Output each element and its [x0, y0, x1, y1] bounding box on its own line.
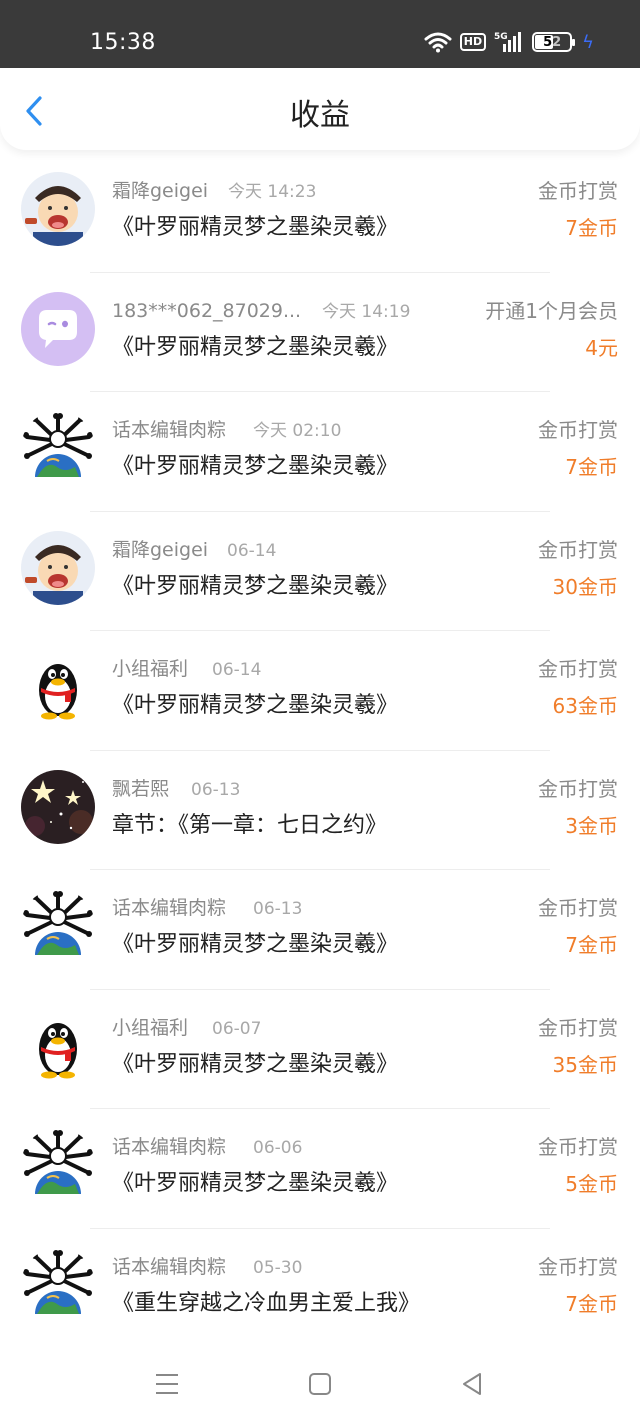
status-bar: 15:38 HD 5G 52 ϟ — [0, 0, 640, 68]
book-title: 《叶罗丽精灵梦之墨染灵羲》 — [112, 215, 399, 240]
book-title: 《叶罗丽精灵梦之墨染灵羲》 — [112, 334, 399, 360]
earning-row[interactable]: 183***062_87029... 今天 14:19 《叶罗丽精灵梦之墨染灵羲》 开… — [0, 273, 640, 392]
home-button[interactable] — [305, 1369, 335, 1399]
avatar-cartoon-boy[interactable] — [21, 172, 95, 246]
avatar-cartoon-boy[interactable] — [21, 530, 95, 605]
earnings-list: 霜降geigei 今天 14:23 《叶罗丽精灵梦之墨染灵羲》 金币打赏 7金币 183… — [0, 153, 640, 1348]
earning-type: 金币打赏 — [538, 1015, 618, 1040]
earning-type: 金币打赏 — [538, 1135, 618, 1159]
earning-row[interactable]: 小组福利 06-07 《叶罗丽精灵梦之墨染灵羲》 金币打赏 35金币 — [0, 990, 640, 1109]
battery-icon: 52 — [532, 32, 576, 52]
timestamp: 06-14 — [227, 540, 277, 561]
avatar-earth-bones[interactable] — [21, 1128, 95, 1202]
user-name: 飘若熙 — [112, 777, 170, 800]
signal-icon: 5G — [494, 32, 522, 52]
earning-row[interactable]: 飘若熙 06-13 章节：《第一章：七日之约》 金币打赏 3金币 — [0, 751, 640, 870]
earning-type: 金币打赏 — [538, 418, 618, 442]
earning-type: 开通1个月会员 — [485, 298, 618, 323]
earning-amount: 7金币 — [565, 216, 618, 240]
system-nav-bar — [0, 1345, 640, 1422]
earning-row[interactable]: 小组福利 06-14 《叶罗丽精灵梦之墨染灵羲》 金币打赏 63金币 — [0, 631, 640, 751]
earning-type: 金币打赏 — [538, 537, 618, 562]
earning-row[interactable]: 霜降geigei 今天 14:23 《叶罗丽精灵梦之墨染灵羲》 金币打赏 7金币 — [0, 153, 640, 273]
avatar-earth-bones[interactable] — [21, 411, 95, 485]
menu-button[interactable] — [152, 1369, 182, 1399]
hd-badge: HD — [459, 33, 487, 51]
timestamp: 06-14 — [212, 660, 262, 680]
back-nav-button[interactable] — [458, 1369, 488, 1399]
earning-type: 金币打赏 — [538, 896, 618, 920]
square-icon — [309, 1373, 331, 1395]
book-title: 《叶罗丽精灵梦之墨染灵羲》 — [112, 1051, 399, 1077]
status-icons: HD 5G 52 ϟ — [424, 28, 594, 56]
earning-amount: 63金币 — [552, 694, 618, 718]
timestamp: 今天 14:23 — [228, 182, 317, 202]
earning-row[interactable]: 话本编辑肉粽 06-13 《叶罗丽精灵梦之墨染灵羲》 金币打赏 7金币 — [0, 870, 640, 990]
book-title: 《叶罗丽精灵梦之墨染灵羲》 — [112, 454, 399, 479]
battery-level: 52 — [543, 34, 562, 50]
earning-amount: 7金币 — [565, 455, 618, 479]
earning-amount: 7金币 — [565, 933, 618, 957]
wifi-icon — [424, 32, 452, 53]
earning-type: 金币打赏 — [538, 776, 618, 801]
user-name: 小组福利 — [112, 658, 189, 680]
earning-amount: 3金币 — [565, 813, 618, 838]
book-title: 《叶罗丽精灵梦之墨染灵羲》 — [112, 932, 399, 957]
earning-type: 金币打赏 — [538, 657, 618, 681]
earning-amount: 7金币 — [565, 1291, 618, 1316]
charging-icon: ϟ — [582, 31, 594, 53]
earning-amount: 5金币 — [565, 1172, 618, 1196]
earning-row[interactable]: 霜降geigei 06-14 《叶罗丽精灵梦之墨染灵羲》 金币打赏 30金币 — [0, 512, 640, 631]
triangle-back-icon — [463, 1373, 481, 1395]
menu-icon — [156, 1374, 178, 1394]
timestamp: 今天 02:10 — [253, 421, 342, 441]
user-name: 小组福利 — [112, 1016, 189, 1039]
avatar-stars[interactable] — [21, 769, 95, 844]
earning-amount: 35金币 — [552, 1052, 618, 1077]
page-title: 收益 — [290, 98, 350, 133]
book-title: 《叶罗丽精灵梦之墨染灵羲》 — [112, 573, 399, 599]
user-name: 183***062_87029... — [112, 299, 302, 322]
timestamp: 06-07 — [212, 1018, 262, 1039]
user-name: 话本编辑肉粽 — [112, 1255, 227, 1278]
status-time: 15:38 — [90, 30, 156, 55]
earning-amount: 30金币 — [552, 574, 618, 599]
header: 收益 — [0, 68, 640, 150]
avatar-earth-bones[interactable] — [21, 889, 95, 963]
timestamp: 06-13 — [191, 779, 241, 800]
user-name: 话本编辑肉粽 — [112, 419, 227, 441]
book-title: 《叶罗丽精灵梦之墨染灵羲》 — [112, 1171, 399, 1196]
book-title: 《重生穿越之冷血男主爱上我》 — [112, 1290, 421, 1316]
avatar-penguin[interactable] — [21, 1008, 95, 1083]
timestamp: 06-13 — [253, 899, 303, 919]
book-title: 《叶罗丽精灵梦之墨染灵羲》 — [112, 693, 399, 718]
avatar-penguin[interactable] — [21, 650, 95, 724]
user-name: 话本编辑肉粽 — [112, 1136, 227, 1158]
earning-type: 金币打赏 — [538, 1254, 618, 1279]
earning-row[interactable]: 话本编辑肉粽 05-30 《重生穿越之冷血男主爱上我》 金币打赏 7金币 — [0, 1229, 640, 1348]
timestamp: 今天 14:19 — [322, 301, 411, 322]
network-label: 5G — [494, 32, 508, 42]
avatar-chat-bubble[interactable] — [21, 291, 95, 366]
timestamp: 05-30 — [253, 1257, 303, 1278]
earning-row[interactable]: 话本编辑肉粽 06-06 《叶罗丽精灵梦之墨染灵羲》 金币打赏 5金币 — [0, 1109, 640, 1229]
earning-row[interactable]: 话本编辑肉粽 今天 02:10 《叶罗丽精灵梦之墨染灵羲》 金币打赏 7金币 — [0, 392, 640, 512]
user-name: 话本编辑肉粽 — [112, 897, 227, 919]
user-name: 霜降geigei — [112, 180, 209, 202]
earning-type: 金币打赏 — [538, 179, 618, 203]
avatar-earth-bones[interactable] — [21, 1247, 95, 1322]
timestamp: 06-06 — [253, 1138, 303, 1158]
book-title: 章节：《第一章：七日之约》 — [112, 812, 388, 838]
user-name: 霜降geigei — [112, 538, 209, 561]
earning-amount: 4元 — [585, 335, 618, 360]
